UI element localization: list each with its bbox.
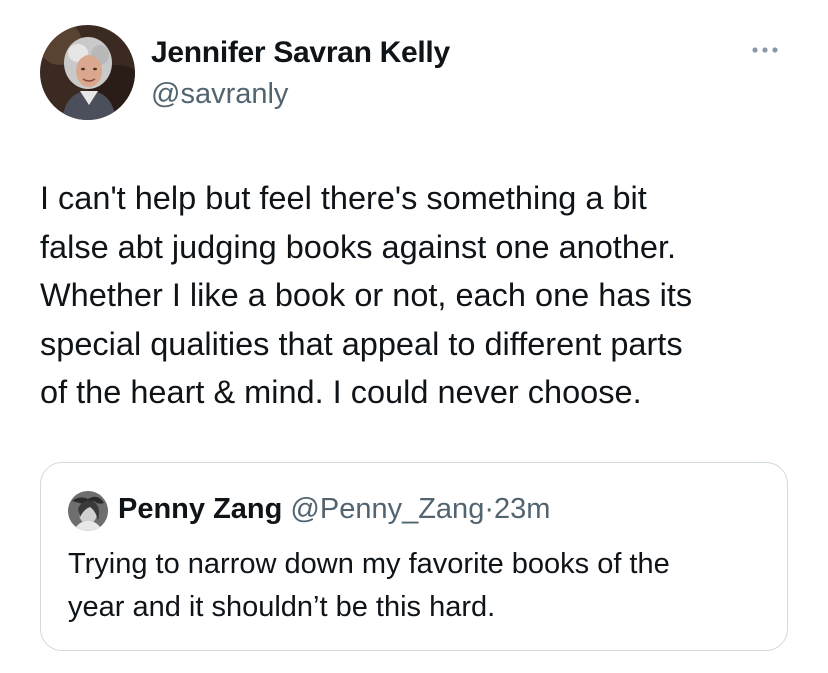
tweet-text: I can't help but feel there's something …	[40, 180, 693, 410]
more-horizontal-icon[interactable]	[748, 40, 782, 60]
author-avatar[interactable]	[40, 25, 135, 120]
avatar-image	[40, 25, 135, 120]
quoted-header: Penny Zang @Penny_Zang·23m	[118, 493, 550, 526]
quoted-author-handle[interactable]: @Penny_Zang	[290, 493, 484, 525]
quoted-author-avatar[interactable]	[68, 491, 108, 531]
quoted-separator: ·	[484, 493, 494, 525]
author-name[interactable]: Jennifer Savran Kelly	[151, 36, 450, 70]
quoted-tweet-text: Trying to narrow down my favorite books …	[68, 548, 670, 623]
quoted-timestamp[interactable]: 23m	[494, 493, 550, 525]
quoted-tweet[interactable]: Penny Zang @Penny_Zang·23m Trying to nar…	[40, 462, 788, 651]
author-handle[interactable]: @savranly	[151, 78, 288, 111]
tweet: Jennifer Savran Kelly @savranly I can't …	[0, 0, 828, 673]
quoted-author-name[interactable]: Penny Zang	[118, 493, 282, 525]
quoted-avatar-image	[68, 491, 108, 531]
